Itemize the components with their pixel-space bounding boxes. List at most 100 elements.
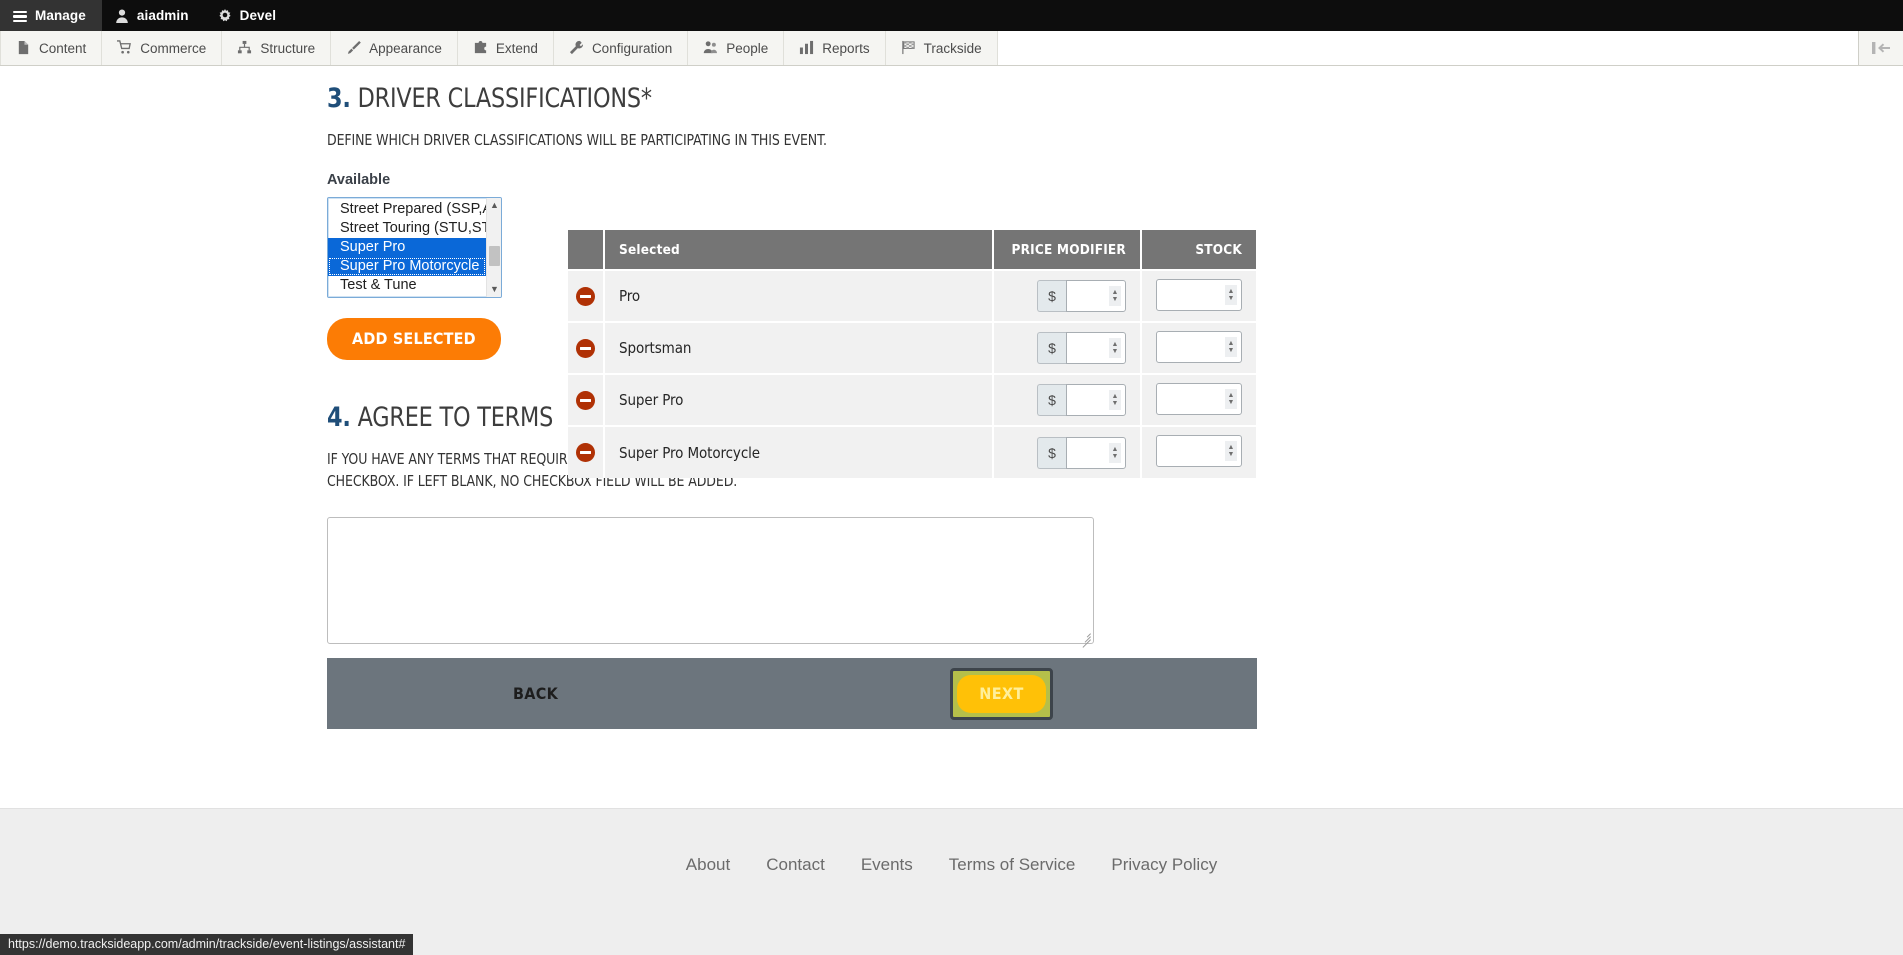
available-label: Available: [327, 171, 391, 188]
spinner-icon[interactable]: ▲ ▼: [1109, 338, 1121, 358]
select-option[interactable]: Street Touring (STU,STR,S: [328, 219, 486, 238]
next-button[interactable]: NEXT: [957, 674, 1046, 713]
tray-item-content-label: Content: [39, 40, 87, 56]
shopping-cart-icon: [117, 40, 133, 56]
remove-cell[interactable]: [568, 425, 605, 478]
back-button[interactable]: BACK: [507, 683, 564, 704]
select-option[interactable]: Super Pro Motorcycle: [328, 256, 486, 276]
price-modifier-cell: $ ▲ ▼: [993, 425, 1142, 478]
toolbar-tab-manage[interactable]: Manage: [0, 0, 102, 31]
user-icon: [114, 8, 130, 24]
section-3-title-text: DRIVER CLASSIFICATIONS*: [357, 83, 652, 114]
classification-name: Pro: [619, 287, 641, 305]
price-modifier-cell: $ ▲ ▼: [993, 373, 1142, 426]
spinner-icon[interactable]: ▲ ▼: [1225, 441, 1237, 461]
stock-cell: ▲ ▼: [1141, 321, 1256, 374]
tray-item-structure-label: Structure: [260, 40, 316, 56]
add-selected-button[interactable]: ADD SELECTED: [327, 317, 501, 360]
tray-item-commerce[interactable]: Commerce: [102, 31, 223, 65]
section-3-description: DEFINE WHICH DRIVER CLASSIFICATIONS WILL…: [327, 131, 827, 150]
tray-item-structure[interactable]: Structure: [222, 31, 332, 65]
terms-textarea[interactable]: [327, 517, 1094, 649]
price-modifier-input[interactable]: ▲ ▼: [1066, 384, 1126, 416]
footer-link-contact[interactable]: Contact: [766, 855, 825, 875]
browser-status-bar: https://demo.tracksideapp.com/admin/trac…: [0, 934, 414, 955]
paintbrush-icon: [346, 40, 362, 56]
remove-cell[interactable]: [568, 373, 605, 426]
tray-item-content[interactable]: Content: [0, 31, 103, 65]
remove-cell[interactable]: [568, 321, 605, 374]
remove-icon[interactable]: [576, 443, 595, 462]
table-row: Sportsman $ ▲ ▼ ▲ ▼: [568, 321, 1256, 374]
selected-classifications-table: Selected PRICE MODIFIER STOCK Pro $ ▲▼: [568, 230, 1256, 478]
tray-item-people[interactable]: People: [688, 31, 785, 65]
table-row: Pro $ ▲ ▼ ▲ ▼: [568, 269, 1256, 322]
tray-item-extend-label: Extend: [495, 40, 538, 56]
spinner-icon[interactable]: ▲ ▼: [1225, 284, 1237, 305]
spinner-icon[interactable]: ▲ ▼: [1225, 388, 1237, 409]
tray-item-reports-label: Reports: [822, 40, 870, 56]
spinner-icon[interactable]: ▲ ▼: [1109, 442, 1121, 463]
footer-link-about[interactable]: About: [686, 855, 730, 875]
spinner-icon[interactable]: ▲ ▼: [1109, 286, 1121, 306]
tray-item-appearance[interactable]: Appearance: [331, 31, 458, 65]
select-option[interactable]: Street Prepared (SSP,ASP: [328, 200, 486, 219]
tray-item-commerce-label: Commerce: [140, 40, 207, 56]
tray-item-appearance-label: Appearance: [369, 40, 442, 56]
row-name-cell: Pro: [604, 269, 994, 322]
toolbar-tab-account[interactable]: aiadmin: [102, 0, 205, 31]
price-modifier-input[interactable]: ▲ ▼: [1066, 332, 1126, 364]
price-modifier-cell: $ ▲ ▼: [993, 321, 1142, 374]
classification-name: Super Pro Motorcycle: [619, 443, 760, 462]
footer-link-events[interactable]: Events: [861, 855, 913, 875]
remove-cell[interactable]: [568, 269, 605, 322]
scroll-up-icon[interactable]: ▲: [487, 198, 501, 213]
price-modifier-input[interactable]: ▲ ▼: [1066, 280, 1126, 312]
price-input-group: $ ▲ ▼: [1008, 436, 1126, 469]
classification-name: Super Pro: [619, 391, 684, 409]
footer-link-privacy-policy[interactable]: Privacy Policy: [1111, 855, 1217, 875]
toolbar-tab-devel-label: Devel: [239, 8, 277, 23]
people-icon: [703, 40, 719, 56]
remove-icon[interactable]: [576, 338, 595, 358]
spinner-icon[interactable]: ▲ ▼: [1109, 390, 1121, 410]
stock-input[interactable]: ▲ ▼: [1156, 382, 1242, 415]
currency-prefix: $: [1037, 436, 1066, 469]
scroll-down-icon[interactable]: ▼: [487, 282, 501, 297]
select-option[interactable]: Super Pro: [328, 237, 486, 257]
stock-input[interactable]: ▲ ▼: [1156, 330, 1242, 363]
row-name-cell: Super Pro: [604, 373, 994, 426]
stock-cell: ▲ ▼: [1141, 373, 1256, 426]
spinner-icon[interactable]: ▲ ▼: [1225, 336, 1237, 357]
bar-chart-icon: [799, 40, 815, 56]
available-classifications-select[interactable]: Street Prepared (SSP,ASP Street Touring …: [327, 196, 502, 298]
table-row: Super Pro $ ▲ ▼ ▲ ▼: [568, 373, 1256, 426]
tray-item-extend[interactable]: Extend: [458, 31, 554, 65]
site-footer: About Contact Events Terms of Service Pr…: [0, 808, 1903, 955]
tray-spacer: [997, 31, 1858, 65]
hamburger-icon: [12, 8, 28, 24]
tray-item-people-label: People: [726, 40, 769, 56]
stock-input[interactable]: ▲ ▼: [1156, 278, 1242, 311]
tray-item-reports[interactable]: Reports: [784, 31, 886, 65]
price-input-group: $ ▲ ▼: [1008, 280, 1126, 312]
tray-item-trackside[interactable]: Trackside: [886, 31, 998, 65]
tray-item-configuration-label: Configuration: [591, 40, 673, 56]
stock-cell: ▲ ▼: [1141, 425, 1256, 478]
collapse-tray-icon[interactable]: [1858, 31, 1903, 65]
available-select-list[interactable]: Street Prepared (SSP,ASP Street Touring …: [328, 198, 486, 297]
remove-icon[interactable]: [576, 286, 595, 306]
toolbar-tab-devel[interactable]: Devel: [205, 0, 293, 31]
select-option[interactable]: Test & Tune: [328, 276, 486, 295]
remove-icon[interactable]: [576, 390, 595, 410]
tray-item-configuration[interactable]: Configuration: [554, 31, 689, 65]
textarea-resize-handle[interactable]: [1079, 629, 1091, 649]
section-4-number: 4.: [327, 401, 351, 433]
scrollbar-thumb[interactable]: [489, 245, 500, 266]
next-button-focus-ring[interactable]: NEXT: [950, 667, 1053, 720]
price-modifier-input[interactable]: ▲ ▼: [1066, 436, 1126, 469]
footer-links: About Contact Events Terms of Service Pr…: [0, 855, 1903, 875]
footer-link-terms-of-service[interactable]: Terms of Service: [949, 855, 1076, 875]
stock-input[interactable]: ▲ ▼: [1156, 435, 1242, 467]
select-scrollbar[interactable]: ▲ ▼: [486, 197, 501, 297]
